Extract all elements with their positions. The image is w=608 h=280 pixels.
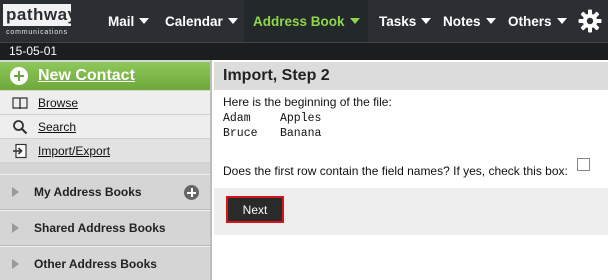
nav-mail[interactable]: Mail bbox=[108, 0, 150, 42]
plus-icon bbox=[10, 67, 28, 85]
nav-mail-label: Mail bbox=[108, 13, 135, 29]
header-row-question: Does the first row contain the field nam… bbox=[223, 164, 568, 178]
sidebar-item-search[interactable]: Search bbox=[0, 115, 210, 139]
chevron-down-icon bbox=[485, 18, 496, 24]
sidebar-item-label: Import/Export bbox=[38, 143, 111, 158]
section-my-address-books[interactable]: My Address Books bbox=[0, 174, 210, 210]
import-panel: Import, Step 2 Here is the beginning of … bbox=[214, 60, 608, 280]
file-preview-cell: Adam bbox=[223, 112, 251, 125]
file-preview-cell: Banana bbox=[280, 127, 322, 140]
sidebar-item-browse[interactable]: Browse bbox=[0, 91, 210, 115]
top-navigation-bar: pathway communications Mail Calendar Add… bbox=[0, 0, 608, 42]
chevron-right-icon bbox=[12, 223, 19, 233]
chevron-right-icon bbox=[12, 259, 19, 269]
nav-address-book-label: Address Book bbox=[253, 13, 345, 29]
chevron-down-icon bbox=[556, 18, 567, 24]
section-shared-address-books[interactable]: Shared Address Books bbox=[0, 210, 210, 246]
section-label: My Address Books bbox=[34, 185, 142, 199]
chevron-right-icon bbox=[12, 187, 19, 197]
current-date: 15-05-01 bbox=[9, 44, 58, 58]
section-other-address-books[interactable]: Other Address Books bbox=[0, 246, 210, 280]
date-bar: 15-05-01 bbox=[0, 42, 608, 60]
import-export-icon bbox=[13, 143, 27, 158]
nav-tasks-label: Tasks bbox=[379, 13, 417, 29]
intro-text: Here is the beginning of the file: bbox=[223, 95, 392, 109]
book-icon bbox=[12, 96, 28, 109]
file-preview: Adam Apples Bruce Banana bbox=[223, 111, 321, 141]
chevron-down-icon bbox=[349, 18, 360, 24]
action-bar: Next bbox=[214, 188, 608, 235]
next-button[interactable]: Next bbox=[226, 196, 284, 223]
sidebar-item-label: Search bbox=[38, 119, 77, 134]
nav-others-label: Others bbox=[508, 13, 552, 29]
logo-wordmark: pathway bbox=[3, 4, 77, 26]
file-preview-row: Bruce Banana bbox=[223, 126, 321, 141]
nav-others[interactable]: Others bbox=[508, 0, 567, 42]
sidebar-item-label: Browse bbox=[38, 95, 79, 110]
chevron-down-icon bbox=[421, 18, 432, 24]
panel-header: Import, Step 2 bbox=[214, 62, 608, 90]
nav-notes-label: Notes bbox=[443, 13, 481, 29]
sidebar-item-import-export[interactable]: Import/Export bbox=[0, 139, 210, 163]
new-contact-button[interactable]: New Contact bbox=[0, 62, 210, 90]
section-label: Other Address Books bbox=[34, 257, 157, 271]
logo-subtitle: communications bbox=[6, 29, 68, 36]
add-address-book-icon[interactable] bbox=[184, 185, 199, 200]
new-contact-label: New Contact bbox=[38, 67, 135, 84]
file-preview-row: Adam Apples bbox=[223, 111, 321, 126]
nav-calendar-label: Calendar bbox=[165, 13, 223, 29]
nav-tasks[interactable]: Tasks bbox=[379, 0, 432, 42]
chevron-down-icon bbox=[139, 18, 150, 24]
gear-icon[interactable] bbox=[578, 9, 602, 33]
sidebar: New Contact Browse Search Import/Export … bbox=[0, 60, 212, 280]
search-icon bbox=[13, 119, 28, 134]
chevron-down-icon bbox=[227, 18, 238, 24]
first-row-header-checkbox[interactable] bbox=[577, 158, 590, 171]
nav-address-book[interactable]: Address Book bbox=[244, 0, 368, 42]
page-title: Import, Step 2 bbox=[223, 67, 330, 84]
section-label: Shared Address Books bbox=[34, 221, 166, 235]
file-preview-cell: Apples bbox=[280, 112, 322, 125]
nav-calendar[interactable]: Calendar bbox=[165, 0, 238, 42]
pathway-logo[interactable]: pathway communications bbox=[3, 4, 77, 38]
nav-notes[interactable]: Notes bbox=[443, 0, 496, 42]
next-button-label: Next bbox=[242, 202, 268, 217]
file-preview-cell: Bruce bbox=[223, 127, 258, 140]
